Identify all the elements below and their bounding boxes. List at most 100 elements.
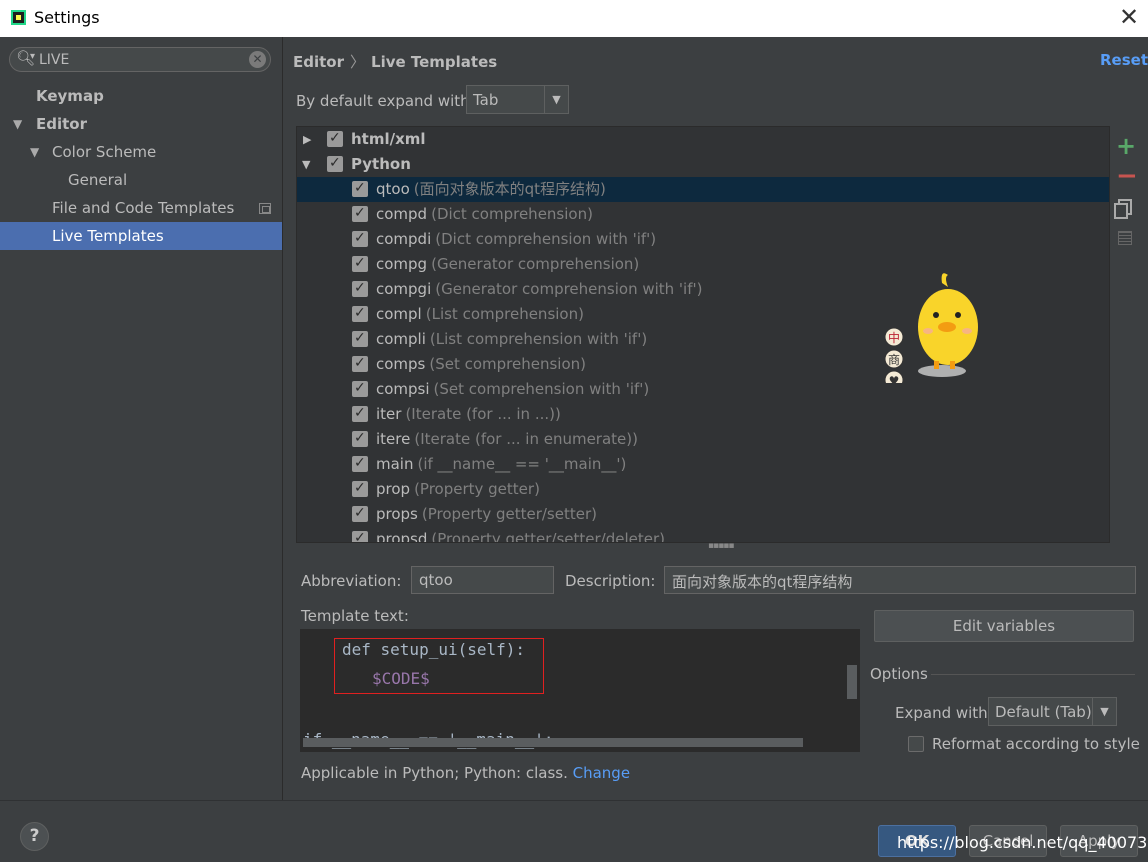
sidebar-item-file-and-code-templates[interactable]: File and Code Templates bbox=[0, 194, 282, 222]
abbreviation-label: Abbreviation: bbox=[301, 572, 402, 590]
template-abbr: compli bbox=[376, 330, 426, 348]
search-input[interactable]: 🔍︎ ▾ LIVE ✕ bbox=[9, 47, 271, 72]
template-checkbox[interactable] bbox=[352, 251, 368, 276]
remove-icon[interactable]: − bbox=[1116, 161, 1138, 191]
template-desc: (Iterate (for ... in enumerate)) bbox=[414, 430, 638, 448]
default-expand-value: Tab bbox=[473, 91, 499, 109]
template-checkbox[interactable] bbox=[352, 401, 368, 426]
annotation-highlight-box bbox=[334, 638, 544, 694]
template-row[interactable]: itere(Iterate (for ... in enumerate)) bbox=[297, 426, 1109, 452]
template-checkbox[interactable] bbox=[352, 376, 368, 401]
edit-variables-button[interactable]: Edit variables bbox=[874, 610, 1134, 642]
description-label: Description: bbox=[565, 572, 656, 590]
template-desc: (Iterate (for ... in ...)) bbox=[405, 405, 561, 423]
template-desc: (Set comprehension with 'if') bbox=[433, 380, 650, 398]
template-text-editor[interactable]: def setup_ui(self): $CODE$ if __name__ =… bbox=[300, 629, 860, 752]
options-divider bbox=[931, 674, 1135, 675]
copy-icon[interactable] bbox=[1114, 199, 1132, 219]
breadcrumb-live-templates: Live Templates bbox=[371, 53, 498, 71]
template-checkbox[interactable] bbox=[352, 426, 368, 451]
template-checkbox[interactable] bbox=[352, 226, 368, 251]
template-desc: (Dict comprehension with 'if') bbox=[435, 230, 657, 248]
template-row[interactable]: compg(Generator comprehension) bbox=[297, 251, 1109, 277]
help-button[interactable]: ? bbox=[20, 822, 49, 851]
restore-list-icon[interactable] bbox=[1118, 231, 1132, 245]
reset-link[interactable]: Reset bbox=[1100, 51, 1148, 69]
search-history-dropdown-icon[interactable]: ▾ bbox=[30, 51, 35, 62]
template-checkbox[interactable] bbox=[352, 451, 368, 476]
default-expand-select[interactable]: Tab ▼ bbox=[466, 85, 569, 114]
sidebar-item-keymap[interactable]: Keymap bbox=[0, 82, 282, 110]
chick-sticker-image: 中 商 ♥ bbox=[884, 273, 978, 383]
reformat-checkbox[interactable] bbox=[908, 736, 924, 752]
template-row[interactable]: compsi(Set comprehension with 'if') bbox=[297, 376, 1109, 402]
template-row[interactable]: qtoo(面向对象版本的qt程序结构) bbox=[297, 176, 1109, 202]
breadcrumb-editor: Editor bbox=[293, 53, 344, 71]
dropdown-arrow-icon[interactable]: ▼ bbox=[544, 86, 568, 113]
template-row[interactable]: comps(Set comprehension) bbox=[297, 351, 1109, 377]
template-row[interactable]: compl(List comprehension) bbox=[297, 301, 1109, 327]
sticker-char: ♥ bbox=[889, 374, 900, 383]
sidebar-item-editor[interactable]: ▼ Editor bbox=[0, 110, 282, 138]
template-checkbox[interactable] bbox=[352, 526, 368, 542]
template-row[interactable]: compdi(Dict comprehension with 'if') bbox=[297, 226, 1109, 252]
template-row[interactable]: props(Property getter/setter) bbox=[297, 501, 1109, 527]
template-row[interactable]: compgi(Generator comprehension with 'if'… bbox=[297, 276, 1109, 302]
template-desc: (List comprehension) bbox=[425, 305, 584, 323]
template-checkbox[interactable] bbox=[352, 501, 368, 526]
group-checkbox[interactable] bbox=[327, 151, 343, 176]
expand-with-label: Expand with bbox=[895, 704, 988, 722]
template-row[interactable]: iter(Iterate (for ... in ...)) bbox=[297, 401, 1109, 427]
breadcrumb: Editor 〉 Live Templates bbox=[293, 51, 497, 72]
window-title: Settings bbox=[34, 8, 100, 27]
group-checkbox[interactable] bbox=[327, 127, 343, 151]
expand-arrow-icon[interactable]: ▼ bbox=[30, 138, 39, 166]
applicable-text: Applicable in Python; Python: class. bbox=[301, 764, 568, 782]
dropdown-arrow-icon[interactable]: ▼ bbox=[1092, 698, 1116, 725]
template-row[interactable]: prop(Property getter) bbox=[297, 476, 1109, 502]
template-row[interactable]: compd(Dict comprehension) bbox=[297, 201, 1109, 227]
dialog-button-bar: ? OK Cancel Apply https://blog.csdn.net/… bbox=[0, 800, 1148, 862]
expand-with-select[interactable]: Default (Tab) ▼ bbox=[988, 697, 1117, 726]
template-abbr: prop bbox=[376, 480, 411, 498]
template-abbr: compsi bbox=[376, 380, 430, 398]
description-field[interactable]: 面向对象版本的qt程序结构 bbox=[664, 566, 1136, 594]
editor-horizontal-scrollbar[interactable] bbox=[303, 738, 803, 747]
template-checkbox[interactable] bbox=[352, 201, 368, 226]
change-context-link[interactable]: Change bbox=[573, 764, 630, 782]
template-checkbox[interactable] bbox=[352, 176, 368, 201]
abbreviation-field[interactable]: qtoo bbox=[411, 566, 554, 594]
collapse-arrow-icon[interactable]: ▼ bbox=[302, 152, 310, 177]
template-row[interactable]: main(if __name__ == '__main__') bbox=[297, 451, 1109, 477]
template-abbr: qtoo bbox=[376, 180, 410, 198]
template-row[interactable]: compli(List comprehension with 'if') bbox=[297, 326, 1109, 352]
template-desc: (Set comprehension) bbox=[429, 355, 587, 373]
template-checkbox[interactable] bbox=[352, 476, 368, 501]
clear-search-icon[interactable]: ✕ bbox=[249, 51, 266, 68]
template-row[interactable]: propsd(Property getter/setter/deleter) bbox=[297, 526, 1109, 543]
editor-vertical-scrollbar[interactable] bbox=[847, 665, 857, 699]
sidebar-item-live-templates[interactable]: Live Templates bbox=[0, 222, 282, 250]
template-group-html-xml[interactable]: ▶ html/xml bbox=[297, 127, 1109, 152]
template-group-python[interactable]: ▼ Python bbox=[297, 151, 1109, 177]
expand-arrow-icon[interactable]: ▼ bbox=[13, 110, 22, 138]
template-checkbox[interactable] bbox=[352, 326, 368, 351]
template-desc: (Dict comprehension) bbox=[431, 205, 593, 223]
live-templates-tree[interactable]: ▶ html/xml ▼ Python qtoo(面向对象版本的qt程序结构) … bbox=[296, 126, 1110, 543]
template-desc: (Property getter/setter/deleter) bbox=[431, 530, 665, 543]
sticker-char: 商 bbox=[888, 352, 900, 367]
template-checkbox[interactable] bbox=[352, 301, 368, 326]
group-name: Python bbox=[351, 155, 411, 173]
template-checkbox[interactable] bbox=[352, 276, 368, 301]
expand-arrow-icon[interactable]: ▶ bbox=[303, 127, 311, 152]
search-value: LIVE bbox=[39, 52, 70, 68]
template-abbr: compdi bbox=[376, 230, 432, 248]
close-icon[interactable]: ✕ bbox=[1116, 4, 1142, 30]
template-checkbox[interactable] bbox=[352, 351, 368, 376]
sidebar-item-label: General bbox=[68, 171, 128, 189]
add-icon[interactable]: + bbox=[1116, 132, 1136, 160]
resize-grip-icon[interactable]: ▪▪▪▪▪ bbox=[708, 541, 734, 551]
sidebar-item-general[interactable]: General bbox=[0, 166, 282, 194]
sidebar-item-color-scheme[interactable]: ▼ Color Scheme bbox=[0, 138, 282, 166]
template-abbr: iter bbox=[376, 405, 402, 423]
